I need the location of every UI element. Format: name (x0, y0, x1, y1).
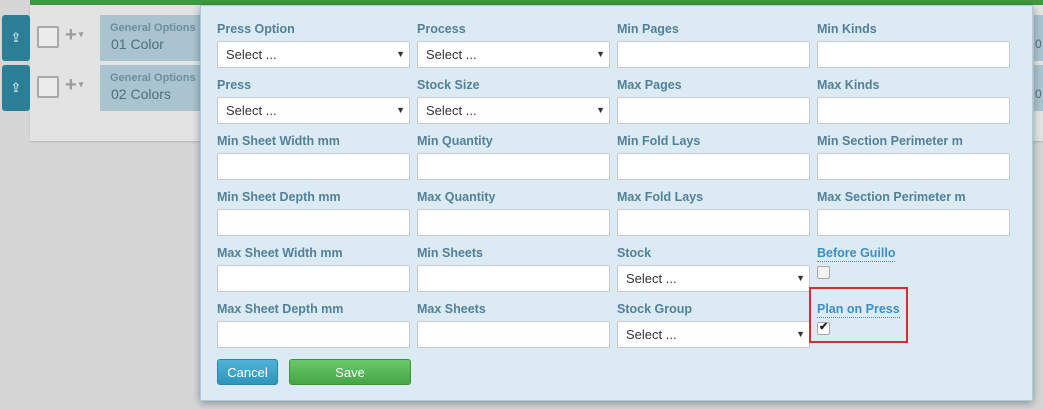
stock-group-label: Stock Group (617, 302, 693, 316)
min-section-perimeter-m-input[interactable] (817, 153, 1010, 180)
max-sheet-width-mm-input[interactable] (217, 265, 410, 292)
max-fold-lays-label: Max Fold Lays (617, 190, 704, 204)
min-fold-lays-label: Min Fold Lays (617, 134, 701, 148)
general-options-card[interactable]: General Options 01 Color (100, 15, 200, 61)
min-quantity-label: Min Quantity (417, 134, 493, 148)
press-option-select[interactable]: Select ... ▼ (217, 41, 410, 68)
add-menu-icon[interactable]: + ▾ (65, 24, 83, 47)
select-value: Select ... (426, 47, 477, 62)
max-fold-lays-input[interactable] (617, 209, 810, 236)
highlight-box (809, 287, 908, 343)
add-menu-icon[interactable]: + ▾ (65, 74, 83, 97)
stock-size-label: Stock Size (417, 78, 480, 92)
max-sheet-depth-mm-label: Max Sheet Depth mm (217, 302, 344, 316)
max-quantity-label: Max Quantity (417, 190, 496, 204)
max-section-perimeter-m-label: Max Section Perimeter m (817, 190, 966, 204)
min-sheet-depth-mm-input[interactable] (217, 209, 410, 236)
share-icon: ⇪ (10, 80, 22, 95)
right-card-edge: 0 (1034, 65, 1043, 111)
max-kinds-label: Max Kinds (817, 78, 880, 92)
option-heading: General Options (110, 22, 196, 34)
select-value: Select ... (626, 271, 677, 286)
row-checkbox[interactable] (37, 26, 59, 48)
max-section-perimeter-m-input[interactable] (817, 209, 1010, 236)
dropdown-arrow-icon: ▼ (596, 49, 605, 59)
before-guillo-checkbox[interactable] (817, 266, 830, 279)
general-options-card[interactable]: General Options 02 Colors (100, 65, 200, 111)
min-section-perimeter-m-label: Min Section Perimeter m (817, 134, 963, 148)
press-option-dialog: Press Option Select ... ▼ Press Select ... ▼ M… (200, 5, 1033, 401)
share-icon: ⇪ (10, 30, 22, 45)
min-fold-lays-input[interactable] (617, 153, 810, 180)
max-sheets-label: Max Sheets (417, 302, 486, 316)
max-pages-input[interactable] (617, 97, 810, 124)
select-value: Select ... (226, 103, 277, 118)
max-sheet-depth-mm-input[interactable] (217, 321, 410, 348)
min-pages-input[interactable] (617, 41, 810, 68)
select-value: Select ... (626, 327, 677, 342)
min-kinds-label: Min Kinds (817, 22, 877, 36)
cancel-button[interactable]: Cancel (217, 359, 278, 385)
max-pages-label: Max Pages (617, 78, 682, 92)
select-value: Select ... (226, 47, 277, 62)
option-value: 02 Colors (111, 86, 171, 102)
press-option-label: Press Option (217, 22, 295, 36)
before-guillo-label[interactable]: Before Guillo (817, 246, 896, 262)
dropdown-arrow-icon: ▼ (396, 105, 405, 115)
stock-size-select[interactable]: Select ... ▼ (417, 97, 610, 124)
select-value: Select ... (426, 103, 477, 118)
max-kinds-input[interactable] (817, 97, 1010, 124)
max-quantity-input[interactable] (417, 209, 610, 236)
min-quantity-input[interactable] (417, 153, 610, 180)
stock-select[interactable]: Select ... ▼ (617, 265, 810, 292)
option-heading: General Options (110, 72, 196, 84)
dropdown-arrow-icon: ▼ (596, 105, 605, 115)
row-action-button[interactable]: ⇪ (2, 15, 30, 61)
process-label: Process (417, 22, 466, 36)
process-select[interactable]: Select ... ▼ (417, 41, 610, 68)
stock-group-select[interactable]: Select ... ▼ (617, 321, 810, 348)
dropdown-arrow-icon: ▼ (796, 273, 805, 283)
min-sheet-width-mm-input[interactable] (217, 153, 410, 180)
row-action-button[interactable]: ⇪ (2, 65, 30, 111)
save-button[interactable]: Save (289, 359, 411, 385)
right-card-edge: 0 (1034, 15, 1043, 61)
dropdown-arrow-icon: ▼ (796, 329, 805, 339)
min-kinds-input[interactable] (817, 41, 1010, 68)
option-value: 01 Color (111, 36, 164, 52)
stock-label: Stock (617, 246, 652, 260)
min-sheets-label: Min Sheets (417, 246, 483, 260)
max-sheets-input[interactable] (417, 321, 610, 348)
row-checkbox[interactable] (37, 76, 59, 98)
min-pages-label: Min Pages (617, 22, 679, 36)
max-sheet-width-mm-label: Max Sheet Width mm (217, 246, 343, 260)
min-sheets-input[interactable] (417, 265, 610, 292)
press-label: Press (217, 78, 252, 92)
dropdown-arrow-icon: ▼ (396, 49, 405, 59)
min-sheet-depth-mm-label: Min Sheet Depth mm (217, 190, 341, 204)
press-select[interactable]: Select ... ▼ (217, 97, 410, 124)
min-sheet-width-mm-label: Min Sheet Width mm (217, 134, 340, 148)
